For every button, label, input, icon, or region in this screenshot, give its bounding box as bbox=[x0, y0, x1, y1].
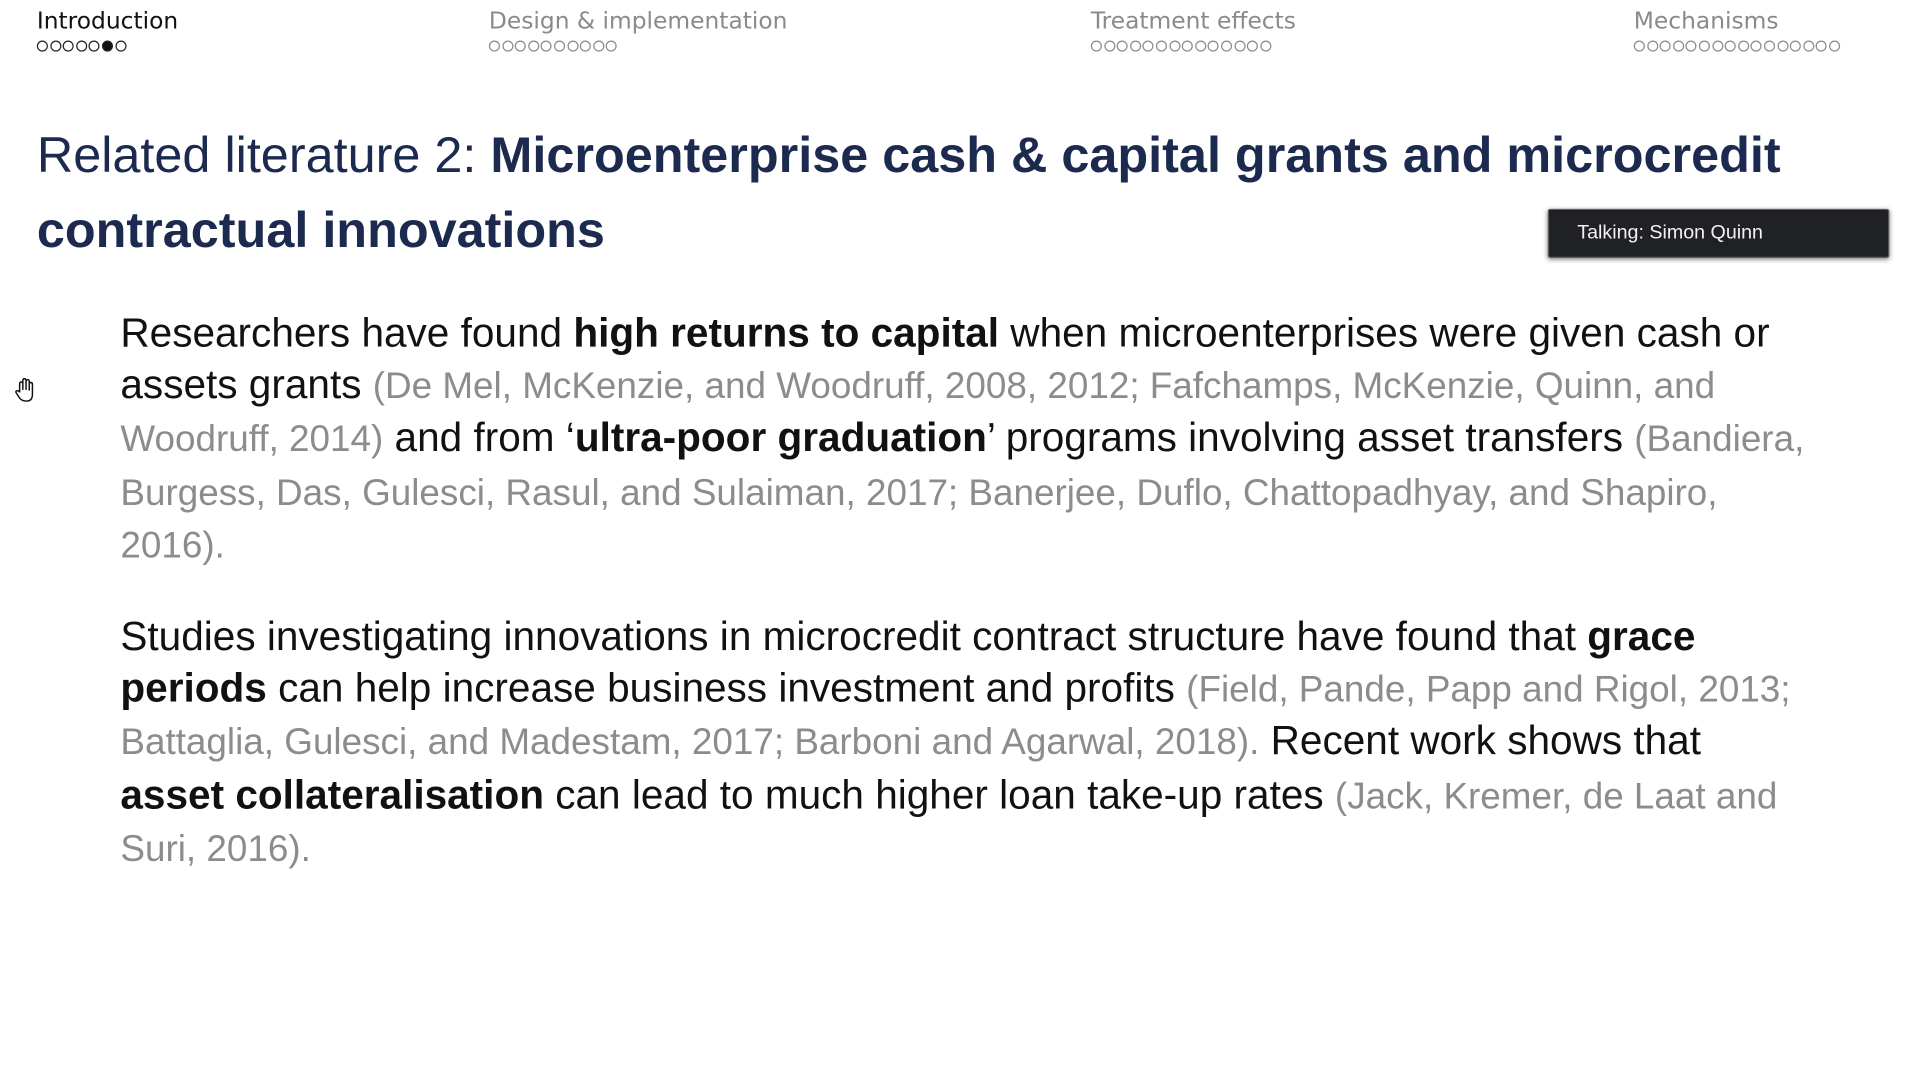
para-text: Researchers have found bbox=[120, 309, 574, 356]
para-text: and from ‘ bbox=[383, 413, 575, 460]
para-bold: ultra-poor graduation bbox=[574, 413, 987, 460]
nav-dot[interactable] bbox=[101, 40, 113, 52]
nav-dot[interactable] bbox=[1168, 40, 1180, 52]
talking-indicator: Talking: Simon Quinn bbox=[1547, 208, 1890, 258]
para-bold: asset collateralisation bbox=[120, 770, 544, 817]
nav-dot[interactable] bbox=[1672, 40, 1684, 52]
nav-dot[interactable] bbox=[1724, 40, 1736, 52]
nav-dot[interactable] bbox=[1116, 40, 1128, 52]
nav-dot[interactable] bbox=[1750, 40, 1762, 52]
nav-dot[interactable] bbox=[1659, 40, 1671, 52]
nav-dot[interactable] bbox=[1142, 40, 1154, 52]
nav-section-title[interactable]: Introduction bbox=[37, 6, 178, 35]
nav-dot[interactable] bbox=[1685, 40, 1697, 52]
nav-dot[interactable] bbox=[1802, 40, 1815, 52]
para-bold: high returns to capital bbox=[573, 309, 1000, 356]
nav-section-title[interactable]: Design & implementation bbox=[489, 6, 788, 35]
nav-dot[interactable] bbox=[1129, 40, 1141, 52]
nav-dot[interactable] bbox=[553, 40, 566, 52]
nav-dot[interactable] bbox=[1789, 40, 1801, 52]
nav-dot[interactable] bbox=[488, 40, 500, 52]
nav-dot[interactable] bbox=[49, 40, 61, 52]
nav-dot[interactable] bbox=[1763, 40, 1775, 52]
nav-section-treatment-effects[interactable]: Treatment effects bbox=[1090, 6, 1296, 52]
nav-dot[interactable] bbox=[1633, 40, 1645, 52]
nav-dot[interactable] bbox=[593, 40, 605, 52]
paragraph-returns-to-capital: Researchers have found high returns to c… bbox=[120, 307, 1815, 572]
paragraph-microcredit-innovations: Studies investigating innovations in mic… bbox=[120, 611, 1815, 876]
nav-dot[interactable] bbox=[1181, 40, 1193, 52]
nav-dot[interactable] bbox=[566, 40, 579, 52]
nav-dot[interactable] bbox=[1207, 40, 1219, 52]
nav-dot[interactable] bbox=[36, 40, 48, 52]
nav-dot[interactable] bbox=[1233, 40, 1246, 52]
nav-section-introduction[interactable]: Introduction bbox=[36, 6, 178, 52]
nav-dot[interactable] bbox=[540, 40, 553, 52]
nav-section-dots bbox=[488, 40, 788, 52]
nav-section-mechanisms[interactable]: Mechanisms bbox=[1633, 6, 1841, 52]
nav-dot[interactable] bbox=[1103, 40, 1115, 52]
nav-dot[interactable] bbox=[1090, 40, 1102, 52]
nav-dot[interactable] bbox=[501, 40, 513, 52]
para-text: can lead to much higher loan take-up rat… bbox=[543, 770, 1335, 817]
nav-section-dots bbox=[1090, 40, 1296, 52]
nav-dot[interactable] bbox=[1155, 40, 1167, 52]
para-text: can help increase business investment an… bbox=[266, 663, 1187, 710]
nav-dot[interactable] bbox=[1698, 40, 1710, 52]
nav-section-title[interactable]: Mechanisms bbox=[1634, 6, 1840, 35]
nav-dot[interactable] bbox=[75, 40, 87, 52]
hand-grab-icon bbox=[15, 377, 34, 402]
nav-dot[interactable] bbox=[1246, 40, 1259, 52]
para-text: ’ programs involving asset transfers bbox=[986, 413, 1635, 460]
nav-dot[interactable] bbox=[1194, 40, 1206, 52]
nav-dot[interactable] bbox=[1776, 40, 1788, 52]
nav-dot[interactable] bbox=[1646, 40, 1658, 52]
nav-dot[interactable] bbox=[1259, 40, 1272, 52]
nav-dot[interactable] bbox=[527, 40, 539, 52]
nav-section-dots bbox=[36, 40, 178, 52]
title-prefix: Related literature 2: bbox=[36, 126, 491, 184]
para-text: Studies investigating innovations in mic… bbox=[120, 612, 1588, 659]
nav-dot[interactable] bbox=[606, 40, 618, 52]
nav-section-dots bbox=[1633, 40, 1841, 52]
nav-dot[interactable] bbox=[1815, 40, 1828, 52]
nav-dot[interactable] bbox=[514, 40, 526, 52]
nav-dot[interactable] bbox=[1828, 40, 1841, 52]
nav-dot[interactable] bbox=[1711, 40, 1723, 52]
slide-stage: Introduction Design & implementation Tre… bbox=[0, 0, 1920, 1080]
nav-dot[interactable] bbox=[579, 40, 592, 52]
nav-section-design-implementation[interactable]: Design & implementation bbox=[488, 6, 788, 52]
para-text: Recent work shows that bbox=[1259, 717, 1702, 763]
nav-dot[interactable] bbox=[114, 40, 126, 52]
nav-dot[interactable] bbox=[1220, 40, 1233, 52]
nav-section-title[interactable]: Treatment effects bbox=[1091, 6, 1296, 35]
nav-dot[interactable] bbox=[1737, 40, 1749, 52]
nav-dot[interactable] bbox=[62, 40, 74, 52]
nav-dot[interactable] bbox=[88, 40, 100, 52]
